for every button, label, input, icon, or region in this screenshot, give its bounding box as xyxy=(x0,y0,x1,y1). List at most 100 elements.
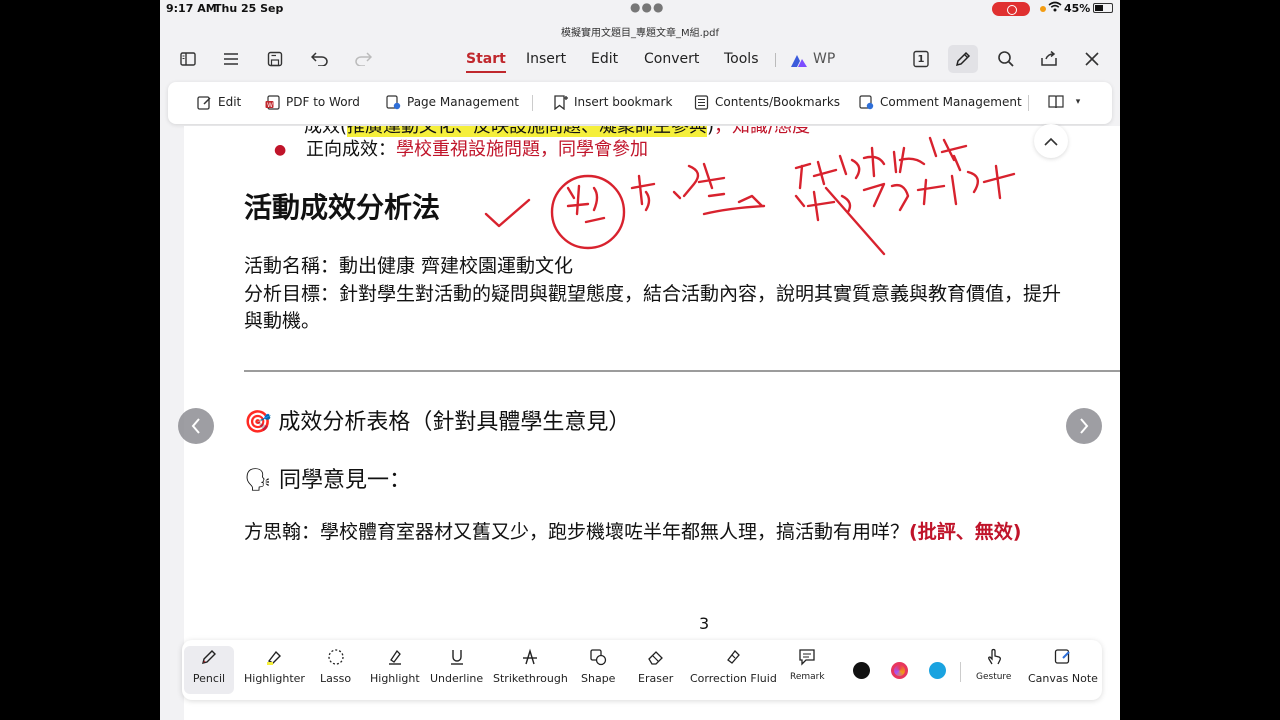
bullet-item: ● 正向成效：學校重視設施問題，同學會參加 xyxy=(274,135,648,161)
tool-eraser[interactable]: Eraser xyxy=(638,646,673,694)
status-bar: 9:17 AM Thu 25 Sep ●●● 45% xyxy=(160,0,1120,18)
handwritten-knowledge-note: ，知識/態度 xyxy=(714,126,811,137)
tab-start[interactable]: Start xyxy=(466,51,506,73)
multitask-dots-icon[interactable]: ●●● xyxy=(630,0,664,14)
strikethrough-icon xyxy=(521,646,539,666)
page-management-icon xyxy=(385,94,401,110)
edit-button-label: Edit xyxy=(218,95,242,109)
tool-gesture-label: Gesture xyxy=(976,672,1012,682)
chevron-right-icon xyxy=(1080,418,1089,434)
edit-icon xyxy=(196,94,212,110)
page-management-button[interactable]: Page Management xyxy=(385,94,519,110)
bullet-red-text: 學校重視設施問題，同學會參加 xyxy=(395,139,648,160)
tab-tools[interactable]: Tools xyxy=(724,51,759,67)
partial-line-end: ) xyxy=(707,126,715,137)
gesture-icon xyxy=(985,646,1003,666)
remark-icon xyxy=(798,646,816,666)
eraser-icon xyxy=(647,646,665,666)
contents-icon xyxy=(693,94,709,110)
mic-indicator-icon xyxy=(1040,6,1046,12)
tab-edit[interactable]: Edit xyxy=(591,51,618,67)
save-icon[interactable] xyxy=(264,48,286,70)
bullet-dot-icon: ● xyxy=(274,142,287,158)
tool-correction-fluid[interactable]: Correction Fluid xyxy=(690,646,777,694)
correction-fluid-icon xyxy=(724,646,742,666)
tool-remark[interactable]: Remark xyxy=(790,646,825,694)
comment-management-button[interactable]: Comment Management xyxy=(858,94,1022,110)
opinion-heading-text: 同學意見一： xyxy=(278,468,411,493)
chevron-up-icon xyxy=(1044,137,1058,146)
tool-gesture[interactable]: Gesture xyxy=(976,646,1011,694)
section-heading: 活動成效分析法 xyxy=(244,191,441,224)
insert-bookmark-button[interactable]: Insert bookmark xyxy=(552,94,672,110)
bookmark-icon xyxy=(552,94,568,110)
status-date: Thu 25 Sep xyxy=(214,2,284,15)
canvas-note-icon xyxy=(1054,646,1072,666)
previous-page-button[interactable] xyxy=(178,408,214,444)
tool-strikethrough[interactable]: Strikethrough xyxy=(493,646,568,694)
tab-convert[interactable]: Convert xyxy=(644,51,699,67)
menu-icon[interactable] xyxy=(220,48,242,70)
next-page-button[interactable] xyxy=(1066,408,1102,444)
lasso-icon xyxy=(327,646,345,666)
shape-icon xyxy=(589,646,607,666)
speaking-head-icon: 🗣 xyxy=(244,468,272,493)
annotation-toolbar: Pencil Highlighter Lasso Highlight Under… xyxy=(182,640,1102,700)
tool-highlighter[interactable]: Highlighter xyxy=(244,646,305,694)
tool-pencil[interactable]: Pencil xyxy=(184,646,234,694)
screen-record-indicator-icon[interactable] xyxy=(992,2,1030,16)
redo-icon[interactable] xyxy=(352,48,374,70)
battery-percent: 45% xyxy=(1064,2,1091,15)
ink-circle xyxy=(550,174,626,250)
toolbar-divider xyxy=(775,53,776,67)
opinion-text: 方思翰：學校體育室器材又舊又少，跑步機壞咗半年都無人理，搞活動有用咩？ xyxy=(244,521,910,543)
annotate-pen-icon[interactable] xyxy=(948,45,978,73)
tool-pencil-label: Pencil xyxy=(192,672,226,685)
page-management-label: Page Management xyxy=(407,95,519,109)
reading-mode-button[interactable]: ▾ xyxy=(1048,94,1086,110)
tool-canvas-note[interactable]: Canvas Note xyxy=(1028,646,1098,694)
page-number: 3 xyxy=(699,614,710,633)
color-swatch-multicolor[interactable] xyxy=(891,662,908,679)
bullet-prefix: 正向成效： xyxy=(305,139,396,160)
tool-eraser-label: Eraser xyxy=(638,672,674,685)
horizontal-divider xyxy=(244,370,1120,372)
table-heading-text: 成效分析表格（針對具體學生意見） xyxy=(278,410,631,435)
contents-bookmarks-button[interactable]: Contents/Bookmarks xyxy=(693,94,840,110)
chevron-down-icon: ▾ xyxy=(1075,97,1081,107)
tool-highlight[interactable]: Highlight xyxy=(370,646,420,694)
undo-icon[interactable] xyxy=(309,48,331,70)
share-icon[interactable] xyxy=(1038,48,1060,70)
edit-button[interactable]: Edit xyxy=(196,94,241,110)
tab-insert[interactable]: Insert xyxy=(526,51,566,67)
comment-icon xyxy=(858,94,874,110)
color-swatch-blue[interactable] xyxy=(929,662,946,679)
tool-highlighter-label: Highlighter xyxy=(244,672,305,685)
tool-remark-label: Remark xyxy=(790,672,825,682)
close-icon[interactable] xyxy=(1081,48,1103,70)
tool-correction-fluid-label: Correction Fluid xyxy=(690,672,777,685)
sidebar-toggle-icon[interactable] xyxy=(177,48,199,70)
tool-underline[interactable]: Underline xyxy=(430,646,483,694)
pdf-to-word-button[interactable]: W PDF to Word xyxy=(264,94,360,110)
tool-shape[interactable]: Shape xyxy=(581,646,615,694)
tab-wps-ai[interactable]: WP xyxy=(813,51,835,67)
opinion-heading: 🗣 同學意見一： xyxy=(244,462,411,494)
wps-ai-logo-icon xyxy=(790,53,808,67)
chevron-left-icon xyxy=(191,418,200,434)
tool-canvas-note-label: Canvas Note xyxy=(1028,672,1098,685)
subtoolbar-divider xyxy=(532,95,533,111)
tool-lasso[interactable]: Lasso xyxy=(320,646,351,694)
tool-shape-label: Shape xyxy=(581,672,616,685)
underline-icon xyxy=(448,646,466,666)
toolbar-divider xyxy=(960,662,961,682)
wifi-icon xyxy=(1048,1,1062,15)
color-swatch-black[interactable] xyxy=(853,662,870,679)
opinion-tag: (批評、無效) xyxy=(909,521,1022,543)
top-toolbar: Start Insert Edit Convert Tools WP 1 xyxy=(160,44,1120,74)
page-count-icon[interactable]: 1 xyxy=(910,48,932,70)
search-icon[interactable] xyxy=(995,48,1017,70)
pdf-page[interactable]: 成效(推廣運動文化、反映設施問題、凝聚師生參與)，知識/態度 ● 正向成效：學校… xyxy=(184,126,1120,720)
svg-text:W: W xyxy=(267,102,273,109)
scroll-up-button[interactable] xyxy=(1034,124,1068,158)
